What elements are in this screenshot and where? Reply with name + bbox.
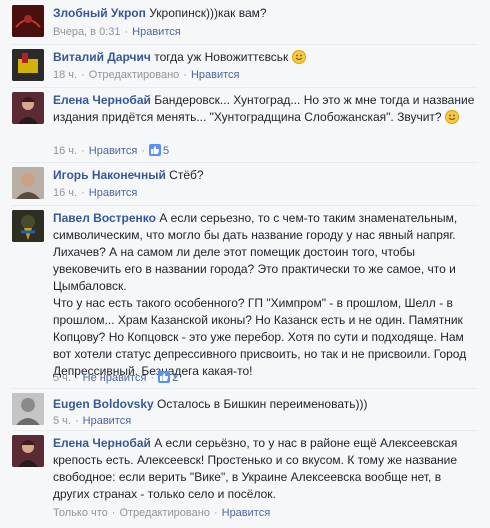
- comment-meta: Только что · Отредактировано · Нравится: [53, 507, 271, 519]
- avatar[interactable]: [12, 92, 44, 124]
- comment-author[interactable]: Игорь Наконечный: [53, 168, 166, 182]
- divider: [12, 87, 478, 88]
- comment: Елена Чернобай Бандеровск... Хунтоград..…: [0, 89, 490, 161]
- thumbs-up-icon: [148, 144, 161, 156]
- edited-label[interactable]: Отредактировано: [119, 507, 210, 519]
- comment-text: Укропинск)))как вам?: [149, 6, 267, 20]
- like-link[interactable]: Нравится: [222, 507, 271, 519]
- comment-text: тогда уж Новожиттєвськ: [154, 50, 289, 64]
- comment-time[interactable]: 5 ч.: [53, 415, 71, 427]
- comment-text-paragraph: Что у нас есть такого особенного? ГП "Хи…: [53, 296, 467, 378]
- like-count[interactable]: 2: [158, 371, 179, 384]
- comment-text: Осталось в Бишкин переименовать))): [157, 397, 368, 411]
- comment-text: Стёб?: [169, 168, 204, 182]
- like-count[interactable]: 5: [148, 144, 170, 157]
- edited-label[interactable]: Отредактировано: [89, 69, 180, 81]
- smile-emoji-icon: [291, 50, 306, 64]
- unlike-link[interactable]: Не нравится: [83, 372, 147, 384]
- like-count-number: 2: [172, 372, 179, 384]
- comment-author[interactable]: Елена Чернобай: [53, 436, 151, 450]
- comment-meta: 16 ч. · Нравится: [53, 187, 138, 199]
- comment-author[interactable]: Виталий Дарчич: [53, 50, 151, 64]
- comment-meta: 18 ч. · Отредактировано · Нравится: [53, 69, 240, 81]
- thumbs-up-icon: [158, 371, 171, 383]
- avatar[interactable]: [12, 167, 44, 199]
- comment-time[interactable]: Вчера, в 0:31: [53, 26, 120, 38]
- comment: Злобный Укроп Укропинск)))как вам? Вчера…: [0, 0, 490, 42]
- comment-author[interactable]: Злобный Укроп: [53, 6, 146, 20]
- comment-meta: 5 ч. · Не нравится · 2: [53, 371, 179, 384]
- divider: [12, 388, 478, 389]
- avatar[interactable]: [12, 393, 44, 425]
- like-link[interactable]: Нравится: [132, 26, 181, 38]
- comment-author[interactable]: Eugen Boldovsky: [53, 397, 154, 411]
- divider: [12, 44, 478, 45]
- like-link[interactable]: Нравится: [89, 145, 138, 157]
- comment: Виталий Дарчич тогда уж Новожиттєвськ 18…: [0, 46, 490, 86]
- divider: [12, 162, 478, 163]
- like-link[interactable]: Нравится: [89, 187, 138, 199]
- comment: Елена Чернобай А если серьёзно, то у нас…: [0, 432, 490, 528]
- smile-emoji-icon: [444, 110, 459, 124]
- avatar[interactable]: [12, 210, 44, 242]
- like-link[interactable]: Нравится: [191, 69, 240, 81]
- divider: [12, 430, 478, 431]
- comment: Павел Востренко А если серьезно, то с че…: [0, 207, 490, 387]
- avatar[interactable]: [12, 435, 44, 467]
- avatar[interactable]: [12, 49, 44, 81]
- avatar[interactable]: [12, 5, 44, 37]
- comment-time[interactable]: 16 ч.: [53, 187, 77, 199]
- like-link[interactable]: Нравится: [83, 415, 132, 427]
- comment-time[interactable]: Только что: [53, 507, 108, 519]
- comment: Игорь Наконечный Стёб? 16 ч. · Нравится: [0, 164, 490, 204]
- comment-meta: 5 ч. · Нравится: [53, 415, 132, 427]
- comment-meta: 16 ч. · Нравится · 5: [53, 144, 170, 157]
- comment-meta: Вчера, в 0:31 · Нравится: [53, 26, 181, 38]
- comment-author[interactable]: Павел Востренко: [53, 211, 156, 225]
- comment-time[interactable]: 5 ч.: [53, 372, 71, 384]
- comment-time[interactable]: 16 ч.: [53, 145, 77, 157]
- comment: Eugen Boldovsky Осталось в Бишкин переим…: [0, 390, 490, 430]
- comment-author[interactable]: Елена Чернобай: [53, 93, 151, 107]
- like-count-number: 5: [162, 145, 170, 157]
- divider: [12, 205, 478, 206]
- comment-time[interactable]: 18 ч.: [53, 69, 77, 81]
